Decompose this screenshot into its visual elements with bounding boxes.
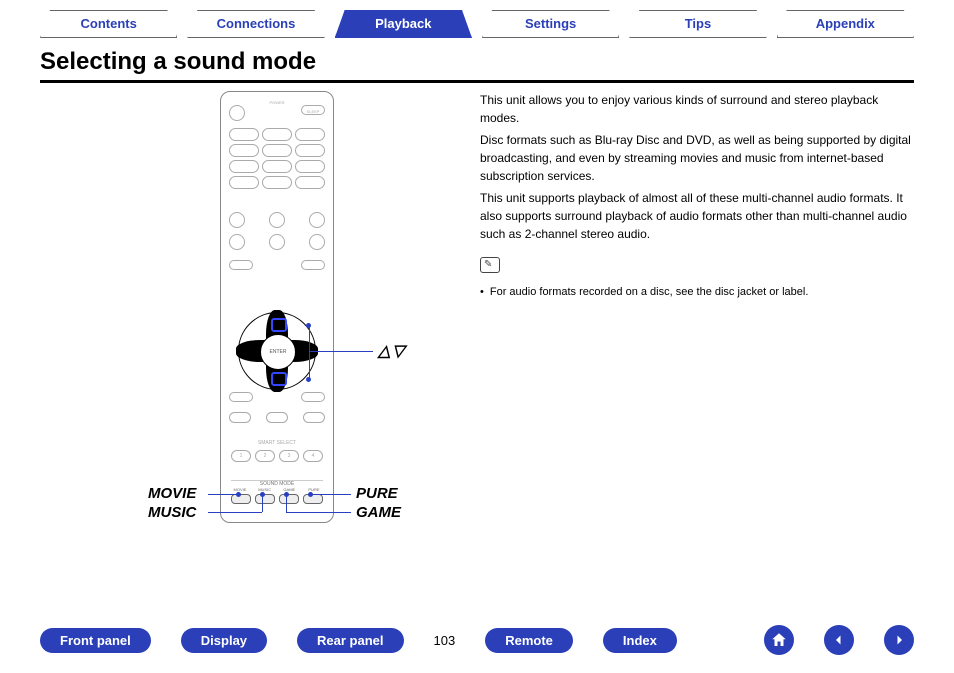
tab-playback[interactable]: Playback [335, 10, 472, 38]
note-text: For audio formats recorded on a disc, se… [490, 284, 809, 301]
tab-tips[interactable]: Tips [629, 10, 766, 38]
remote-src-button [262, 176, 292, 189]
remote-src-button [229, 144, 259, 157]
remote-info [229, 260, 253, 270]
top-tabs: Contents Connections Playback Settings T… [0, 0, 954, 44]
callout-dot [306, 377, 311, 382]
nav-front-panel[interactable]: Front panel [40, 628, 151, 653]
callout-cursor-arrows: △▽ [378, 341, 407, 361]
remote-smart-3: 3 [279, 450, 299, 462]
remote-mute [269, 234, 285, 250]
remote-sleep-button: SLEEP [301, 105, 325, 115]
remote-src-button [295, 160, 325, 173]
paragraph: This unit supports playback of almost al… [480, 189, 914, 243]
remote-src-button [262, 160, 292, 173]
remote-control: POWER SLEEP [220, 91, 334, 523]
remote-option [301, 260, 325, 270]
remote-cursor-down-highlight [271, 372, 287, 386]
bottom-nav: Front panel Display Rear panel 103 Remot… [0, 625, 954, 655]
remote-sm-game-label: GAME [280, 487, 298, 492]
remote-src-button [262, 144, 292, 157]
callout-line [208, 512, 262, 513]
callout-game: GAME [356, 504, 401, 521]
remote-play-pause [266, 412, 288, 423]
paragraph: Disc formats such as Blu-ray Disc and DV… [480, 131, 914, 185]
remote-sm-pure [303, 494, 323, 504]
remote-dpad: ENTER [238, 312, 316, 390]
remote-sm-movie [231, 494, 251, 504]
page-title: Selecting a sound mode [40, 48, 914, 83]
remote-tune-up [303, 412, 325, 423]
remote-smart-2: 2 [255, 450, 275, 462]
callout-line [286, 512, 351, 513]
home-button[interactable] [764, 625, 794, 655]
remote-soundmode-label: SOUND MODE [231, 480, 323, 487]
callout-line [208, 494, 238, 495]
remote-sm-game [279, 494, 299, 504]
prev-page-button[interactable] [824, 625, 854, 655]
callout-line [311, 494, 351, 495]
remote-vol-down [309, 234, 325, 250]
remote-enter: ENTER [260, 334, 296, 370]
home-icon [770, 631, 788, 649]
remote-setup [301, 392, 325, 402]
remote-smart-4: 4 [303, 450, 323, 462]
remote-sm-music-label: MUSIC [256, 487, 274, 492]
remote-src-button [295, 176, 325, 189]
remote-eco [269, 212, 285, 228]
note-bullet: For audio formats recorded on a disc, se… [480, 284, 914, 301]
callout-pure: PURE [356, 485, 398, 502]
remote-power-button [229, 105, 245, 121]
remote-illustration-area: POWER SLEEP [40, 91, 460, 531]
arrow-right-icon [890, 631, 908, 649]
nav-display[interactable]: Display [181, 628, 267, 653]
tab-settings[interactable]: Settings [482, 10, 619, 38]
nav-rear-panel[interactable]: Rear panel [297, 628, 403, 653]
remote-tune-down [229, 412, 251, 423]
remote-smart-label: SMART SELECT [221, 440, 333, 446]
note-icon [480, 257, 500, 273]
remote-smart-row: 1 2 3 4 [231, 450, 323, 462]
remote-back [229, 392, 253, 402]
remote-src-button [295, 128, 325, 141]
remote-ch-up [229, 212, 245, 228]
remote-src-button [295, 144, 325, 157]
paragraph: This unit allows you to enjoy various ki… [480, 91, 914, 127]
next-page-button[interactable] [884, 625, 914, 655]
arrow-left-icon [830, 631, 848, 649]
callout-line [309, 351, 373, 352]
body-text: This unit allows you to enjoy various ki… [480, 91, 914, 531]
remote-src-button [229, 160, 259, 173]
callout-line [309, 325, 310, 379]
page-number: 103 [434, 633, 456, 648]
callout-movie: MOVIE [148, 485, 196, 502]
callout-line [286, 494, 287, 512]
tab-connections[interactable]: Connections [187, 10, 324, 38]
remote-sm-music [255, 494, 275, 504]
remote-sm-movie-label: MOVIE [231, 487, 249, 492]
nav-index[interactable]: Index [603, 628, 677, 653]
remote-src-button [262, 128, 292, 141]
callout-line [262, 494, 263, 512]
callout-music: MUSIC [148, 504, 196, 521]
remote-src-button [229, 176, 259, 189]
remote-src-button [229, 128, 259, 141]
tab-appendix[interactable]: Appendix [777, 10, 914, 38]
remote-smart-1: 1 [231, 450, 251, 462]
remote-sm-pure-label: PURE [305, 487, 323, 492]
remote-cursor-up-highlight [271, 318, 287, 332]
tab-contents[interactable]: Contents [40, 10, 177, 38]
remote-vol-up [309, 212, 325, 228]
remote-ch-down [229, 234, 245, 250]
nav-remote[interactable]: Remote [485, 628, 573, 653]
